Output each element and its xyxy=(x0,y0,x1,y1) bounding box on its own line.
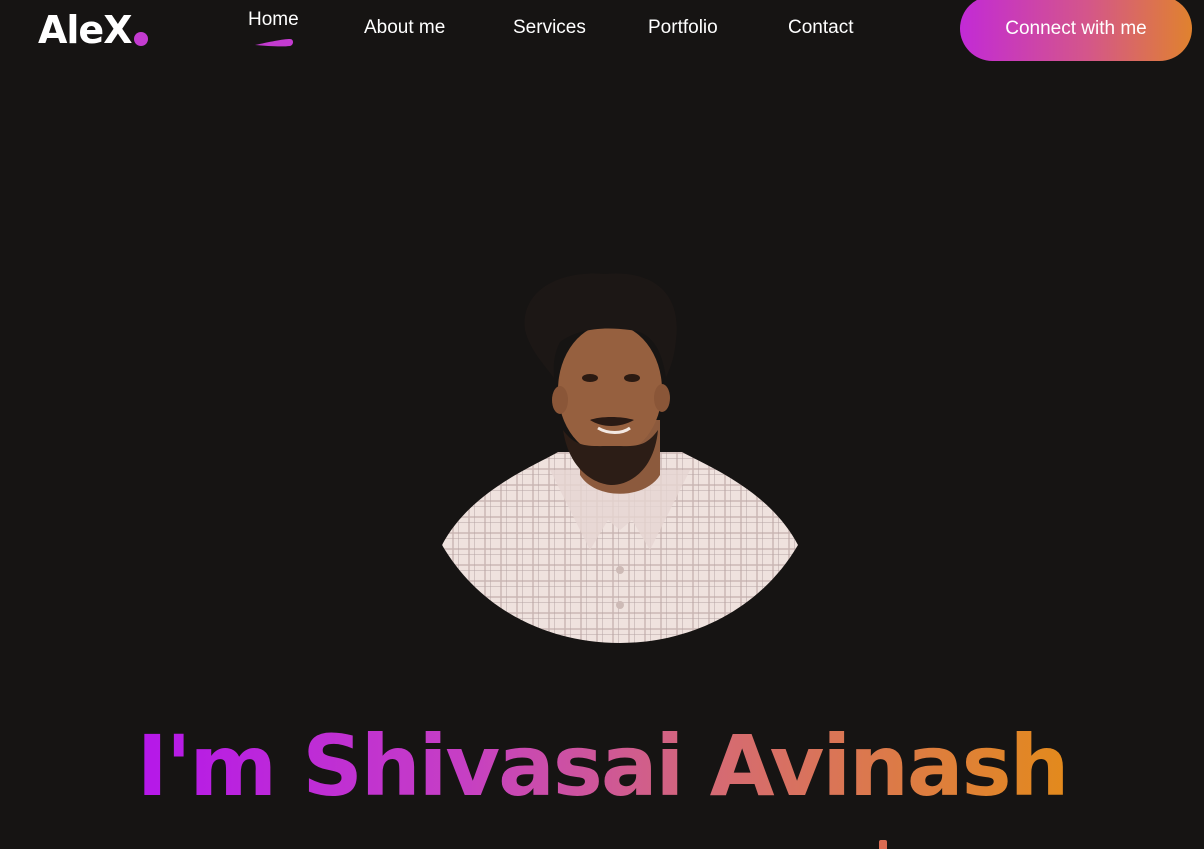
page: AleX Home About me Services Portfolio Co… xyxy=(0,0,1204,849)
nav-portfolio-link[interactable]: Portfolio xyxy=(648,17,718,39)
nav-about-link[interactable]: About me xyxy=(364,17,445,39)
next-line-fragment xyxy=(879,840,887,849)
nav-home-link[interactable]: Home xyxy=(248,9,299,31)
nav-services-link[interactable]: Services xyxy=(513,17,586,39)
profile-photo xyxy=(442,273,798,643)
hero-headline: I'm Shivasai Avinash xyxy=(0,718,1204,815)
hero-headline-text: I'm Shivasai Avinash xyxy=(136,717,1070,815)
nav-contact-link[interactable]: Contact xyxy=(788,17,853,39)
connect-button[interactable]: Connect with me xyxy=(960,0,1192,61)
active-nav-indicator xyxy=(255,39,293,47)
